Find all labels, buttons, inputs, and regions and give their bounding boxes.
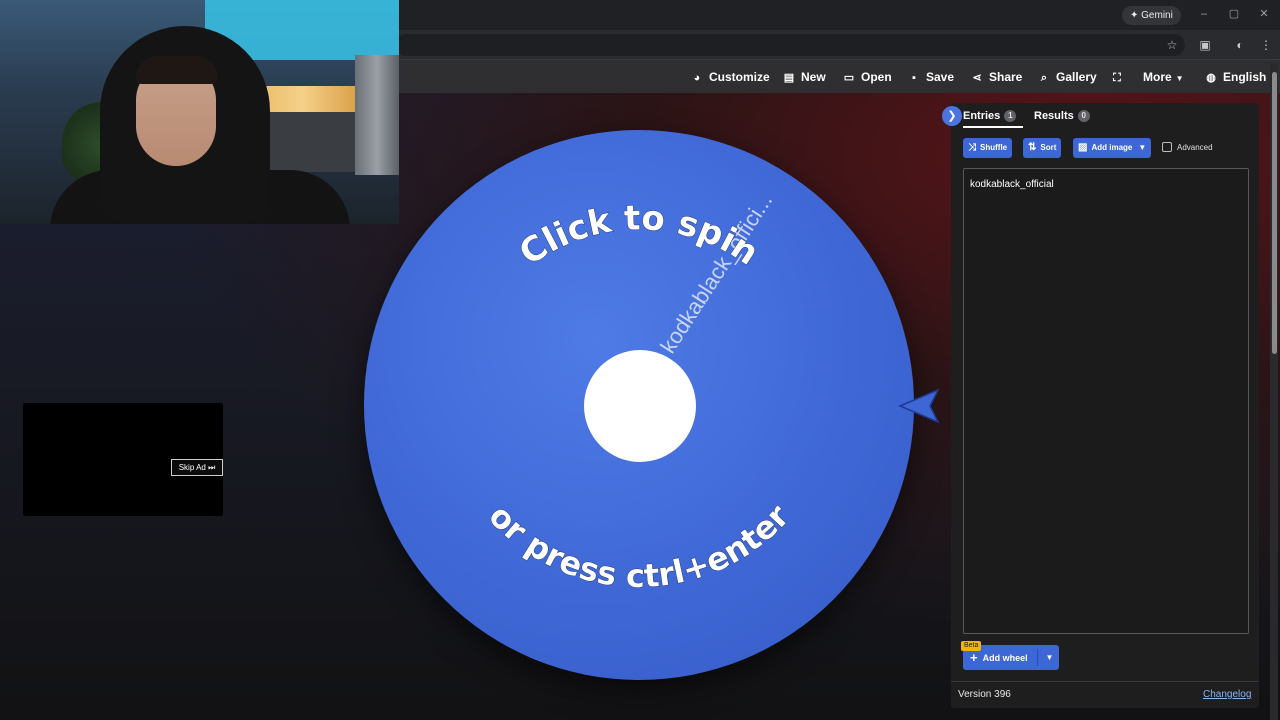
ctrl-enter-text: or press ctrl+enter	[481, 497, 796, 595]
active-tab-indicator	[963, 126, 1023, 128]
more-button[interactable]: More ▼	[1143, 68, 1184, 86]
wheel-pointer-icon	[898, 388, 940, 424]
profile-icon[interactable]: ◐	[1232, 37, 1248, 53]
fullscreen-icon: ⛶	[1113, 72, 1121, 84]
advanced-checkbox[interactable]	[1162, 142, 1172, 152]
scrollbar-thumb[interactable]	[1272, 72, 1277, 354]
address-bar[interactable]	[395, 34, 1185, 56]
new-button[interactable]: ▤ New	[782, 68, 826, 86]
advanced-label: Advanced	[1177, 143, 1213, 152]
gallery-button[interactable]: ⌕ Gallery	[1037, 68, 1097, 86]
add-image-button[interactable]: ▨ Add image ▼	[1073, 138, 1152, 158]
sort-button[interactable]: ⇅ Sort	[1023, 138, 1062, 158]
caret-down-icon: ▼	[1138, 143, 1147, 152]
shuffle-label: Shuffle	[980, 143, 1008, 152]
collapse-panel-icon[interactable]: ❯	[942, 106, 962, 126]
advanced-toggle[interactable]: Advanced	[1162, 142, 1213, 154]
shuffle-icon: ⤨	[968, 142, 976, 153]
sort-icon: ⇅	[1028, 142, 1037, 153]
add-wheel-divider	[1037, 649, 1038, 666]
palette-icon: ◕	[693, 72, 701, 84]
menu-icon[interactable]: ⋮	[1258, 37, 1274, 53]
restore-icon[interactable]: ▢	[1226, 6, 1242, 22]
language-label: English	[1223, 70, 1267, 84]
shuffle-button[interactable]: ⤨ Shuffle	[963, 138, 1013, 158]
tab-entries-label: Entries	[963, 110, 1001, 122]
entry-line[interactable]: kodkablack_official	[970, 178, 1054, 191]
more-label: More	[1143, 70, 1172, 84]
beta-badge: Beta	[961, 641, 982, 651]
tab-results[interactable]: Results 0	[1034, 108, 1090, 124]
customize-label: Customize	[709, 70, 770, 84]
screen: { "browser": { "gemini_label": "✦ Gemini…	[0, 0, 1280, 720]
tab-results-label: Results	[1034, 110, 1074, 122]
open-button[interactable]: ▭ Open	[842, 68, 892, 86]
close-icon[interactable]: ✕	[1256, 6, 1272, 22]
gallery-label: Gallery	[1056, 70, 1097, 84]
entries-count-badge: 1	[1004, 110, 1017, 122]
new-label: New	[801, 70, 826, 84]
sidebar-icon[interactable]: ▣	[1197, 37, 1213, 53]
ctrl-enter-path: or press ctrl+enter	[481, 496, 797, 595]
image-icon: ▨	[1078, 142, 1088, 153]
open-label: Open	[861, 70, 892, 84]
save-button[interactable]: ▪ Save	[907, 68, 954, 86]
skip-ad-button[interactable]: Skip Ad ⏭	[171, 459, 223, 476]
save-icon: ▪	[912, 72, 916, 84]
add-image-label: Add image	[1091, 143, 1133, 152]
changelog-link[interactable]: Changelog	[1203, 688, 1251, 701]
fullscreen-button[interactable]: ⛶	[1110, 68, 1129, 86]
customize-button[interactable]: ◕ Customize	[690, 68, 770, 86]
tab-entries[interactable]: Entries 1	[963, 108, 1017, 124]
search-icon: ⌕	[1040, 72, 1048, 84]
entries-textarea[interactable]	[963, 168, 1249, 634]
gemini-button[interactable]: ✦ Gemini	[1122, 6, 1181, 25]
version-text: Version 396	[958, 689, 1011, 700]
share-icon: ⋖	[972, 72, 982, 84]
folder-icon: ▭	[843, 72, 855, 84]
share-button[interactable]: ⋖ Share	[970, 68, 1022, 86]
click-to-spin-text: Click to spin	[512, 198, 765, 273]
save-label: Save	[926, 70, 955, 84]
add-wheel-dropdown-icon[interactable]: ▼	[1040, 645, 1059, 670]
plus-icon: +	[970, 650, 978, 665]
results-count-badge: 0	[1077, 110, 1090, 122]
person-hair	[136, 56, 218, 84]
panel-footer-divider	[951, 681, 1259, 682]
add-wheel-label: Add wheel	[982, 653, 1028, 663]
caret-down-icon: ▼	[1175, 74, 1184, 83]
minimize-icon[interactable]: –	[1196, 6, 1212, 22]
click-to-spin-path: Click to spin	[512, 198, 766, 274]
globe-icon: ◍	[1206, 72, 1216, 84]
file-icon: ▤	[783, 72, 795, 84]
sort-label: Sort	[1040, 143, 1057, 152]
webcam-overlay	[0, 0, 399, 224]
fridge	[355, 55, 399, 175]
language-button[interactable]: ◍ English	[1204, 68, 1266, 86]
share-label: Share	[989, 70, 1023, 84]
wheel-center-hub[interactable]	[584, 350, 696, 462]
star-icon[interactable]: ☆	[1164, 37, 1180, 53]
